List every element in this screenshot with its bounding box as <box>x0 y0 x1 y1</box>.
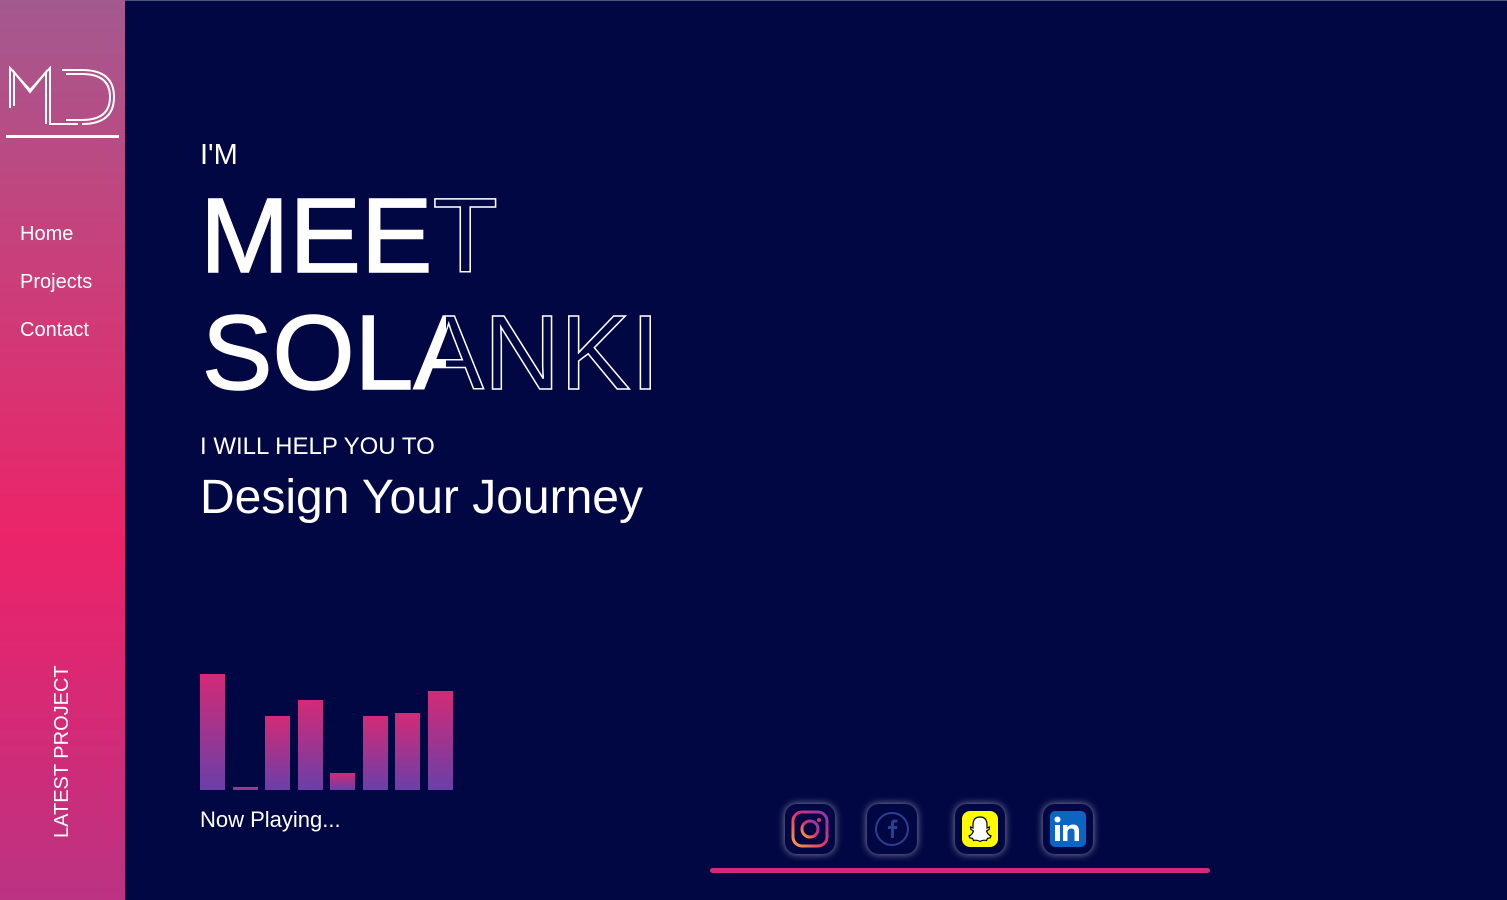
equalizer-bar <box>265 716 290 790</box>
linkedin-button[interactable] <box>1043 804 1093 854</box>
social-underline <box>710 868 1210 873</box>
hero-name: MEET MEET SOLANKI SOLANKI <box>199 176 661 412</box>
equalizer-bar <box>363 716 388 790</box>
page: MD Home Projects Contact LATEST PROJECT … <box>0 0 1507 900</box>
equalizer-bar <box>298 700 323 790</box>
main-nav: Home Projects Contact <box>20 222 92 366</box>
sidebar: MD Home Projects Contact LATEST PROJECT <box>0 0 125 900</box>
equalizer-bar <box>395 713 420 790</box>
equalizer-bar <box>233 787 258 790</box>
equalizer-bar <box>428 691 453 790</box>
logo-underline <box>6 135 119 138</box>
now-playing-label: Now Playing... <box>200 807 341 832</box>
hero-intro: I'M <box>200 139 238 171</box>
instagram-icon <box>791 810 829 848</box>
nav-home[interactable]: Home <box>20 222 92 246</box>
equalizer <box>200 660 460 790</box>
equalizer-bar <box>200 674 225 790</box>
hero-subtitle: I WILL HELP YOU TO <box>200 433 435 460</box>
snapchat-icon <box>962 811 998 847</box>
latest-project-link[interactable]: LATEST PROJECT <box>50 665 74 838</box>
instagram-button[interactable] <box>785 804 835 854</box>
nav-projects[interactable]: Projects <box>20 270 92 294</box>
hero-tagline: Design Your Journey <box>200 471 643 524</box>
facebook-button[interactable] <box>867 804 917 854</box>
facebook-icon <box>875 812 909 846</box>
logo-md[interactable]: MD <box>6 66 119 130</box>
snapchat-button[interactable] <box>955 804 1005 854</box>
linkedin-icon <box>1050 811 1086 847</box>
equalizer-bar <box>330 773 355 790</box>
top-border <box>0 0 1507 1</box>
nav-contact[interactable]: Contact <box>20 318 92 342</box>
